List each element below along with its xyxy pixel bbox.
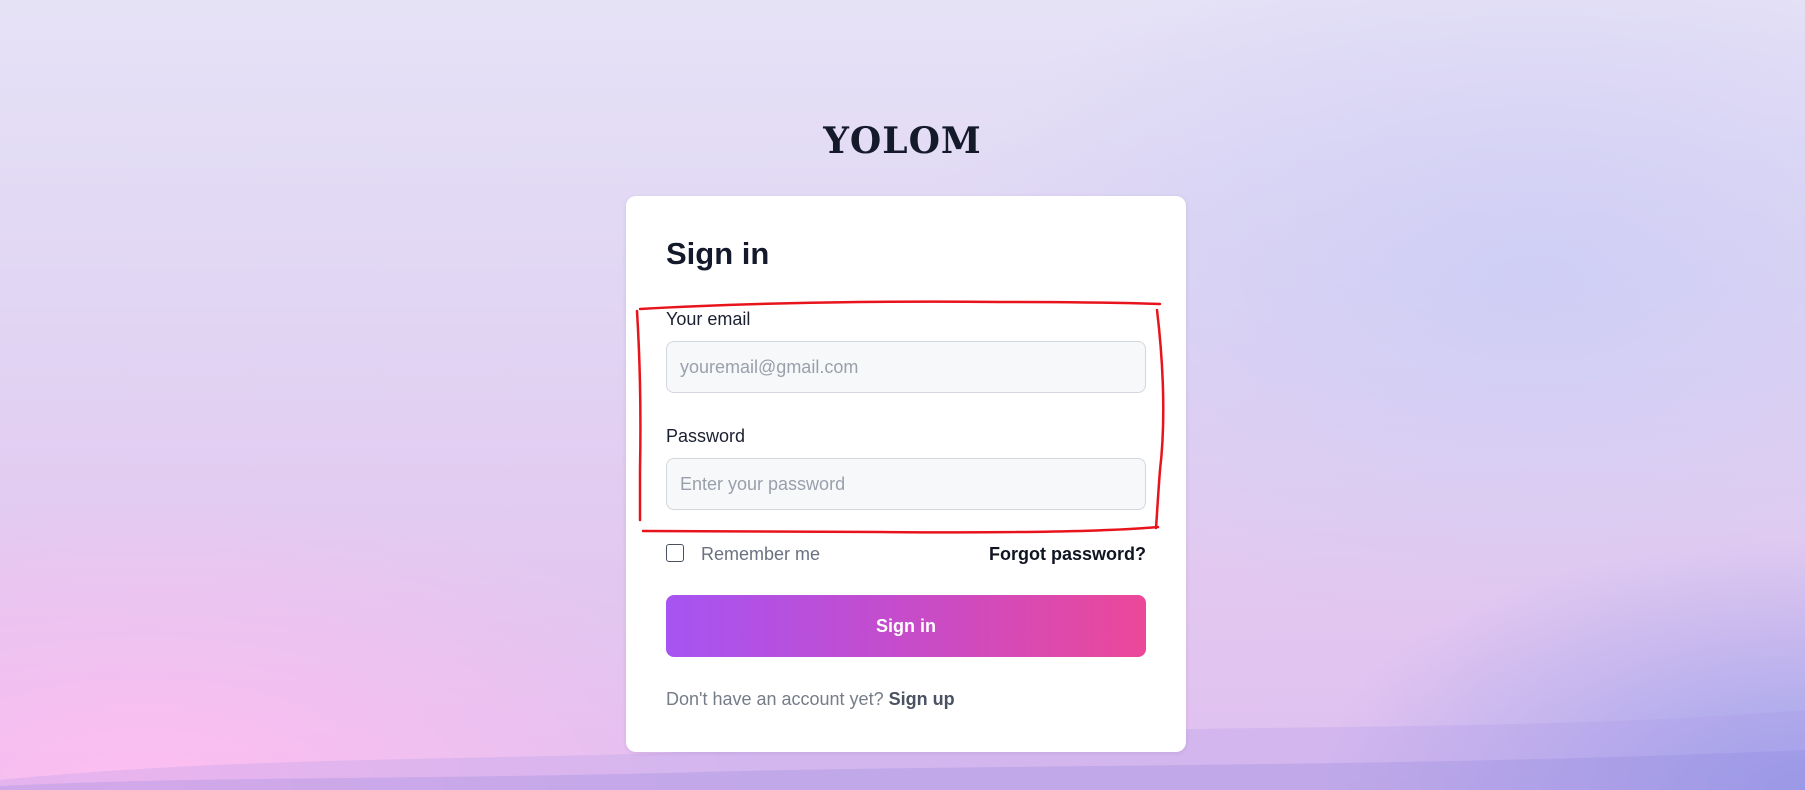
sign-in-card: Sign in Your email Password Remember me … bbox=[626, 196, 1186, 752]
page-title: Sign in bbox=[666, 236, 770, 271]
remember-row: Remember me Forgot password? bbox=[666, 542, 1146, 568]
password-label: Password bbox=[666, 426, 746, 446]
email-label: Your email bbox=[666, 309, 751, 329]
remember-me-label[interactable]: Remember me bbox=[701, 544, 820, 565]
email-input[interactable] bbox=[666, 341, 1146, 393]
sign-in-button[interactable]: Sign in bbox=[666, 595, 1146, 657]
forgot-password-link[interactable]: Forgot password? bbox=[989, 544, 1146, 565]
remember-me-checkbox[interactable] bbox=[666, 544, 684, 562]
signup-prompt-text: Don't have an account yet? bbox=[666, 689, 884, 709]
brand-logo: YOLOM bbox=[823, 120, 982, 162]
password-input[interactable] bbox=[666, 458, 1146, 510]
sign-up-link[interactable]: Sign up bbox=[889, 689, 955, 709]
signup-prompt-row: Don't have an account yet? Sign up bbox=[666, 689, 955, 710]
